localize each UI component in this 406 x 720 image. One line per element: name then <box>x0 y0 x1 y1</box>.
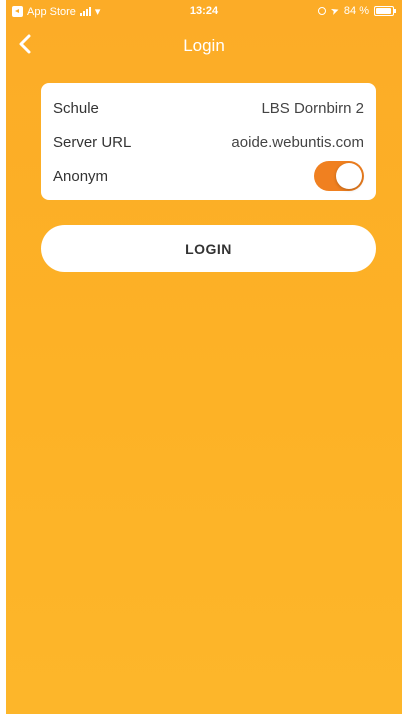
school-label: Schule <box>53 99 99 117</box>
page-title: Login <box>183 36 225 55</box>
anonymous-row: Anonym <box>53 161 364 191</box>
navigation-bar: Login <box>6 22 402 66</box>
school-row[interactable]: Schule LBS Dornbirn 2 <box>53 95 364 121</box>
battery-percent: 84 % <box>343 5 369 17</box>
school-value: LBS Dornbirn 2 <box>261 99 364 117</box>
server-url-row[interactable]: Server URL aoide.webuntis.com <box>53 129 364 155</box>
app-screen: App Store ▾ 13:24 ➤ 84 % Login Schule LB… <box>6 0 402 714</box>
server-url-value: aoide.webuntis.com <box>231 133 364 151</box>
login-button[interactable]: LOGIN <box>41 225 376 272</box>
rotation-lock-icon <box>317 7 326 15</box>
login-details-card: Schule LBS Dornbirn 2 Server URL aoide.w… <box>41 83 376 200</box>
location-icon: ➤ <box>328 4 341 18</box>
anonymous-label: Anonym <box>53 167 109 185</box>
anonymous-toggle[interactable] <box>314 161 364 191</box>
status-bar: App Store ▾ 13:24 ➤ 84 % <box>6 0 402 22</box>
status-right: ➤ 84 % <box>317 4 396 18</box>
server-url-label: Server URL <box>53 133 132 151</box>
toggle-knob <box>336 163 362 189</box>
battery-icon <box>374 6 396 16</box>
